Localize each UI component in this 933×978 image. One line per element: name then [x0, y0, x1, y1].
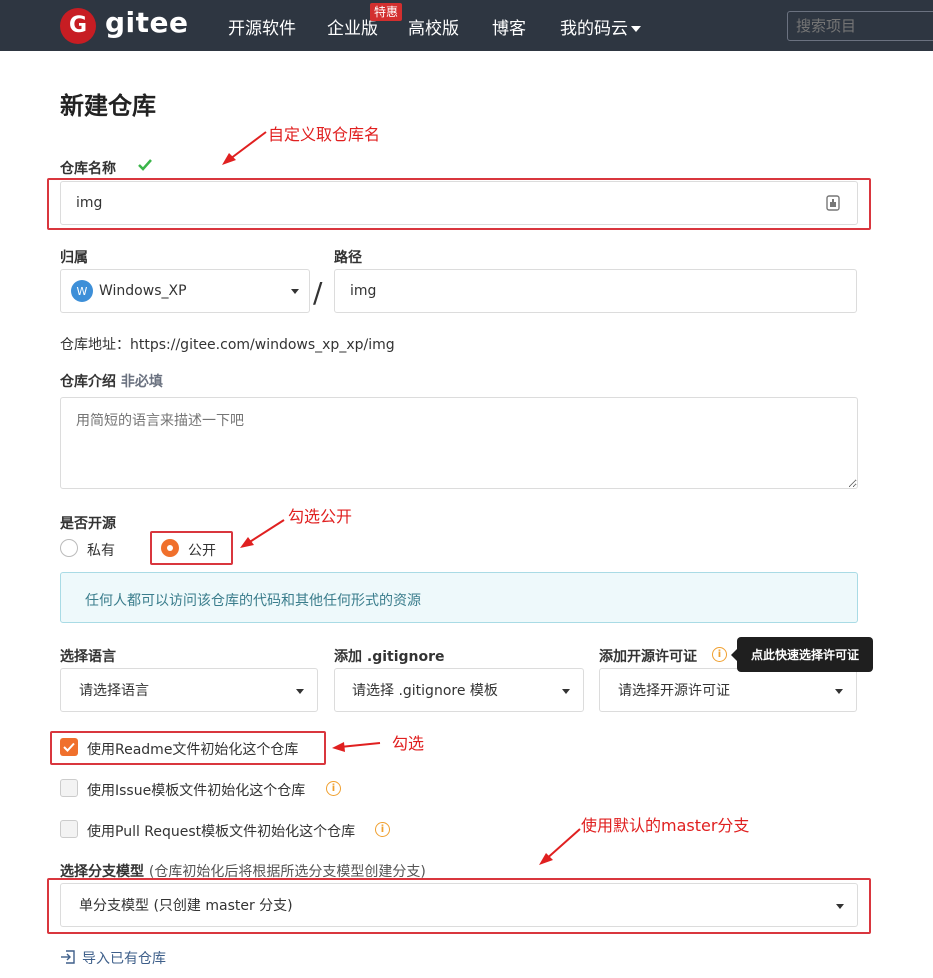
- info-icon[interactable]: i: [326, 781, 341, 796]
- logo-text[interactable]: gitee: [105, 6, 189, 39]
- chevron-down-icon: [291, 289, 299, 294]
- annotation-public: 勾选公开: [288, 507, 353, 526]
- annotation-master: 使用默认的master分支: [581, 816, 750, 835]
- license-label: 添加开源许可证: [599, 649, 697, 665]
- owner-label: 归属: [60, 250, 88, 266]
- annotation-arrow-icon: [332, 742, 381, 752]
- page-title: 新建仓库: [60, 92, 156, 120]
- search-input[interactable]: [787, 11, 933, 41]
- path-input[interactable]: img: [334, 269, 857, 313]
- annotation-arrow-icon: [222, 131, 267, 165]
- intro-label: 仓库介绍 非必填: [60, 371, 163, 391]
- visibility-label: 是否开源: [60, 516, 116, 532]
- intro-optional: 非必填: [120, 374, 163, 390]
- owner-select[interactable]: W Windows_XP: [60, 269, 310, 313]
- language-value: 请选择语言: [79, 683, 149, 699]
- import-icon[interactable]: [60, 949, 76, 965]
- chevron-down-icon: [835, 689, 843, 694]
- nav-my-gitee-label: 我的码云: [560, 19, 628, 39]
- intro-textarea[interactable]: [60, 397, 858, 489]
- top-navbar: G gitee 开源软件 企业版 特惠 高校版 博客 我的码云: [0, 0, 933, 51]
- radio-private[interactable]: [60, 539, 78, 557]
- license-tooltip: 点此快速选择许可证: [731, 637, 873, 672]
- annotation-box-name: [47, 178, 871, 230]
- chevron-down-icon: [296, 689, 304, 694]
- owner-value: Windows_XP: [99, 283, 187, 299]
- gitignore-select[interactable]: 请选择 .gitignore 模板: [334, 668, 584, 712]
- language-select[interactable]: 请选择语言: [60, 668, 318, 712]
- nav-education[interactable]: 高校版: [408, 14, 459, 39]
- issue-template-label[interactable]: 使用Issue模板文件初始化这个仓库: [87, 780, 305, 800]
- nav-my-gitee[interactable]: 我的码云: [560, 14, 641, 39]
- logo-glyph: G: [68, 13, 88, 38]
- annotation-box-branch: [47, 878, 871, 934]
- gitignore-value: 请选择 .gitignore 模板: [352, 683, 498, 699]
- license-select[interactable]: 请选择开源许可证: [599, 668, 857, 712]
- annotation-arrow-icon: [539, 828, 581, 865]
- license-value: 请选择开源许可证: [618, 683, 730, 699]
- annotation-box-public: [150, 531, 233, 565]
- gitee-logo-icon[interactable]: G: [60, 8, 96, 44]
- language-label: 选择语言: [60, 649, 116, 665]
- annotation-arrow-icon: [240, 519, 285, 548]
- issue-template-checkbox[interactable]: [60, 779, 78, 797]
- avatar: W: [71, 280, 93, 302]
- gitignore-label: 添加 .gitignore: [334, 649, 445, 665]
- pr-template-label[interactable]: 使用Pull Request模板文件初始化这个仓库: [87, 821, 355, 841]
- chevron-down-icon: [631, 26, 641, 32]
- path-label: 路径: [334, 250, 362, 266]
- pr-template-checkbox[interactable]: [60, 820, 78, 838]
- annotation-readme: 勾选: [392, 734, 425, 753]
- path-separator: /: [313, 276, 323, 309]
- visibility-info: 任何人都可以访问该仓库的代码和其他任何形式的资源: [60, 572, 858, 623]
- radio-private-label[interactable]: 私有: [87, 540, 115, 560]
- info-icon[interactable]: i: [375, 822, 390, 837]
- nav-blog[interactable]: 博客: [492, 14, 526, 39]
- repo-address: 仓库地址：https://gitee.com/windows_xp_xp/img: [60, 337, 395, 353]
- repo-name-label: 仓库名称: [60, 161, 116, 177]
- promo-badge: 特惠: [370, 3, 403, 21]
- nav-open-source[interactable]: 开源软件: [228, 14, 296, 39]
- path-value: img: [350, 283, 377, 299]
- intro-label-text: 仓库介绍: [60, 374, 116, 390]
- info-icon[interactable]: i: [712, 647, 727, 662]
- chevron-down-icon: [562, 689, 570, 694]
- annotation-name: 自定义取仓库名: [268, 125, 381, 144]
- annotation-box-readme: [50, 731, 326, 765]
- import-repo-link[interactable]: 导入已有仓库: [82, 948, 166, 968]
- check-icon: [138, 159, 152, 171]
